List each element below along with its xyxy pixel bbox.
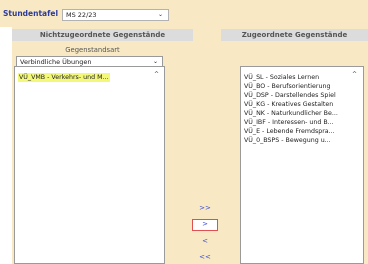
list-item-nk[interactable]: VÜ_NK - Naturkundlicher Be... (244, 109, 338, 118)
list-item-e[interactable]: VÜ_E - Lebende Fremdspra... (244, 127, 335, 136)
scroll-up-icon[interactable]: ^ (154, 71, 159, 78)
assigned-header: Zugeordnete Gegenstände (221, 29, 368, 41)
list-item-bo[interactable]: VÜ_BO - Berufsorientierung (244, 82, 331, 91)
gegenstandsart-value: Verbindliche Übungen (20, 58, 92, 66)
list-item-vmb[interactable]: VÜ_VMB - Verkehrs- und M... (18, 73, 110, 82)
list-item-ibf[interactable]: VÜ_IBF - Interessen- und B... (244, 118, 334, 127)
stundentafel-value: MS 22/23 (66, 11, 97, 19)
add-all-button[interactable]: >> (192, 202, 218, 214)
chevron-down-icon: ⌄ (157, 11, 163, 18)
gegenstandsart-label: Gegenstandsart (65, 46, 120, 54)
scroll-up-icon[interactable]: ^ (352, 71, 357, 78)
remove-one-button[interactable]: < (192, 235, 218, 247)
list-item-bsps[interactable]: VÜ_0_BSPS - Bewegung u... (244, 136, 331, 145)
list-item-kg[interactable]: VÜ_KG - Kreatives Gestalten (244, 100, 333, 109)
assigned-list[interactable]: VÜ_SL - Soziales Lernen VÜ_BO - Berufsor… (240, 66, 364, 264)
unassigned-list[interactable]: VÜ_VMB - Verkehrs- und M... ^ (14, 66, 165, 264)
stundentafel-select[interactable]: MS 22/23 ⌄ (62, 9, 169, 21)
remove-all-button[interactable]: << (192, 251, 218, 263)
unassigned-header: Nichtzugeordnete Gegenstände (12, 29, 193, 41)
list-item-dsp[interactable]: VÜ_DSP - Darstellendes Spiel (244, 91, 336, 100)
stundentafel-label: Stundentafel (3, 9, 59, 18)
list-item-sl[interactable]: VÜ_SL - Soziales Lernen (244, 73, 319, 82)
add-one-button[interactable]: > (192, 219, 218, 231)
